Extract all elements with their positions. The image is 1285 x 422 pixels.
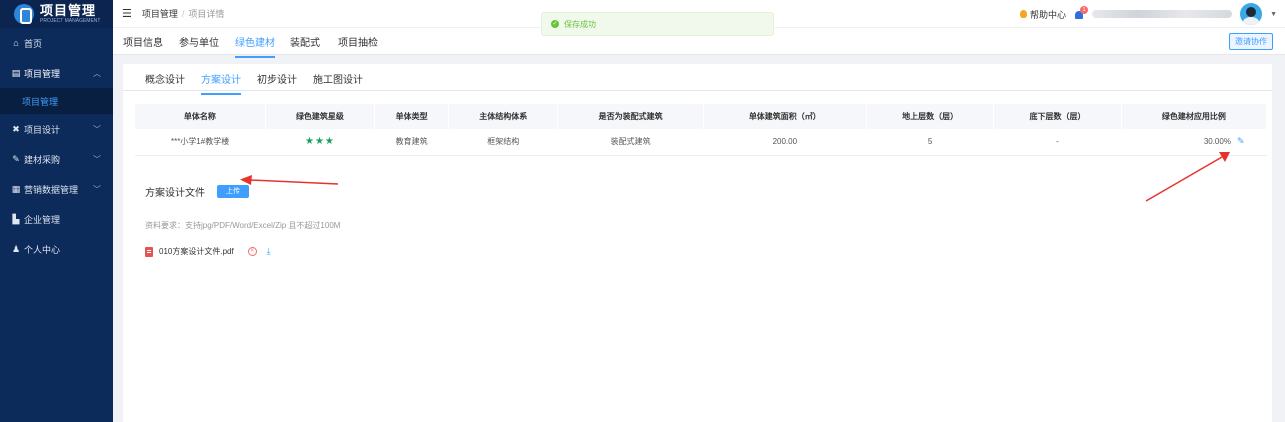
sidebar-item-personal[interactable]: ♟ 个人中心 [0, 234, 113, 264]
sidebar-item-home[interactable]: ⌂ 首页 [0, 28, 113, 58]
logo-icon [14, 4, 34, 24]
sidebar-item-label: 营销数据管理 [24, 184, 79, 195]
purchase-icon: ✎ [12, 153, 20, 164]
sidebar-item-label: 首页 [24, 38, 43, 49]
sidebar-item-company[interactable]: ▙ 企业管理 [0, 204, 113, 234]
chevron-down-icon: ﹀ [93, 124, 101, 134]
green-star-rating: ★★★ [265, 129, 375, 156]
main-content: 概念设计 方案设计 初步设计 施工图设计 单体名称 绿色建筑星级 单体类型 主体… [123, 64, 1272, 422]
column-header: 单体类型 [374, 104, 449, 129]
chevron-down-icon: ﹀ [93, 154, 101, 164]
column-header: 主体结构体系 [448, 104, 559, 129]
column-header: 底下层数（层） [993, 104, 1122, 129]
column-header: 绿色建筑星级 [265, 104, 376, 129]
column-header: 单体建筑面积（㎡） [703, 104, 867, 129]
tab-project-info[interactable]: 项目信息 [123, 34, 163, 49]
sidebar-item-purchase[interactable]: ✎ 建材采购 ﹀ [0, 144, 113, 174]
breadcrumb: 项目管理 / 项目详情 [141, 9, 225, 19]
notification-bell-icon[interactable]: 1 [1074, 6, 1089, 19]
upload-row: 方案设计文件 上传 [145, 184, 249, 199]
column-header: 是否为装配式建筑 [557, 104, 704, 129]
tab-green-materials[interactable]: 绿色建材 [235, 34, 275, 58]
floors-below: - [993, 129, 1122, 156]
prefab-status: 装配式建筑 [557, 129, 704, 156]
menu-toggle-icon[interactable]: ☰ [122, 7, 132, 20]
invite-button[interactable]: 邀请协作 [1229, 33, 1273, 50]
sidebar-item-marketing-data[interactable]: ▦ 营销数据管理 ﹀ [0, 174, 113, 204]
brand: 项目管理 PROJECT MANAGEMENT [0, 0, 113, 28]
sidebar-item-label: 项目管理 [24, 68, 61, 79]
avatar[interactable] [1240, 3, 1263, 25]
tab-construction-design[interactable]: 施工图设计 [313, 71, 363, 86]
structure-system: 框架结构 [448, 129, 558, 156]
download-icon[interactable]: ⤓ [267, 246, 271, 257]
sidebar: 项目管理 PROJECT MANAGEMENT ⌂ 首页 ▤ 项目管理 ︿ 项目… [0, 0, 113, 422]
sidebar-item-label: 建材采购 [24, 154, 61, 165]
uploaded-file: 010方案设计文件.pdf × ⤓ [145, 246, 271, 257]
tab-prefab[interactable]: 装配式 [290, 34, 320, 49]
edit-icon[interactable]: ✎ [1237, 136, 1245, 147]
column-header: 单体名称 [135, 104, 266, 129]
star-icon: ★★★ [304, 136, 335, 148]
building-name: ***小学1#教学楼 [135, 129, 266, 156]
green-material-ratio: 30.00% ✎ [1121, 129, 1267, 156]
toast-message: 保存成功 [564, 19, 596, 29]
sidebar-item-project-management[interactable]: ▤ 项目管理 ︿ [0, 58, 113, 88]
sidebar-item-label: 项目管理 [22, 96, 59, 107]
sidebar-item-label: 项目设计 [24, 124, 61, 135]
tab-scheme-design[interactable]: 方案设计 [201, 71, 241, 95]
file-name[interactable]: 010方案设计文件.pdf [159, 246, 234, 257]
sidebar-item-project-design[interactable]: ✖ 项目设计 ﹀ [0, 114, 113, 144]
delete-icon[interactable]: × [247, 247, 257, 256]
company-icon: ▙ [12, 213, 20, 224]
building-type: 教育建筑 [374, 129, 449, 156]
caret-down-icon[interactable]: ▼ [1270, 11, 1277, 18]
project-icon: ▤ [11, 67, 21, 78]
help-center-link[interactable]: 帮助中心 [1020, 8, 1066, 21]
tab-preliminary-design[interactable]: 初步设计 [257, 71, 297, 86]
chevron-down-icon: ﹀ [93, 184, 101, 194]
notification-badge: 1 [1080, 6, 1089, 14]
sidebar-item-label: 个人中心 [24, 244, 61, 255]
tab-concept-design[interactable]: 概念设计 [145, 71, 185, 86]
upload-requirement: 资料要求：支持jpg/PDF/Word/Excel/Zip 且不超过100M [145, 221, 341, 230]
tab-inspection[interactable]: 项目抽检 [338, 34, 378, 49]
user-name [1092, 10, 1233, 18]
floors-above: 5 [866, 129, 994, 156]
table-row: ***小学1#教学楼 ★★★ 教育建筑 框架结构 装配式建筑 200.00 5 … [135, 129, 1267, 156]
brand-title: 项目管理 [40, 3, 97, 18]
chevron-up-icon: ︿ [93, 68, 101, 78]
data-icon: ▦ [11, 183, 21, 194]
tab-participants[interactable]: 参与单位 [179, 34, 219, 49]
success-toast: ✓ 保存成功 [541, 12, 774, 36]
breadcrumb-item[interactable]: 项目管理 [142, 9, 178, 19]
design-stage-tabs: 概念设计 方案设计 初步设计 施工图设计 [123, 64, 1272, 95]
building-area: 200.00 [703, 129, 867, 156]
lightbulb-icon [1020, 10, 1028, 18]
upload-button[interactable]: 上传 [217, 185, 249, 198]
building-table: 单体名称 绿色建筑星级 单体类型 主体结构体系 是否为装配式建筑 单体建筑面积（… [135, 104, 1268, 156]
sidebar-subitem-project-management[interactable]: 项目管理 [0, 88, 113, 114]
user-icon: ♟ [11, 243, 21, 254]
column-header: 地上层数（层） [866, 104, 995, 129]
check-circle-icon: ✓ [551, 20, 559, 28]
home-icon: ⌂ [13, 38, 19, 48]
sidebar-item-label: 企业管理 [24, 214, 61, 225]
breadcrumb-current: 项目详情 [188, 9, 225, 19]
column-header: 绿色建材应用比例 [1121, 104, 1268, 129]
brand-subtitle: PROJECT MANAGEMENT [40, 18, 101, 24]
upload-label: 方案设计文件 [145, 188, 205, 199]
pdf-file-icon [145, 246, 153, 257]
table-header-row: 单体名称 绿色建筑星级 单体类型 主体结构体系 是否为装配式建筑 单体建筑面积（… [135, 104, 1268, 129]
design-icon: ✖ [12, 123, 20, 134]
